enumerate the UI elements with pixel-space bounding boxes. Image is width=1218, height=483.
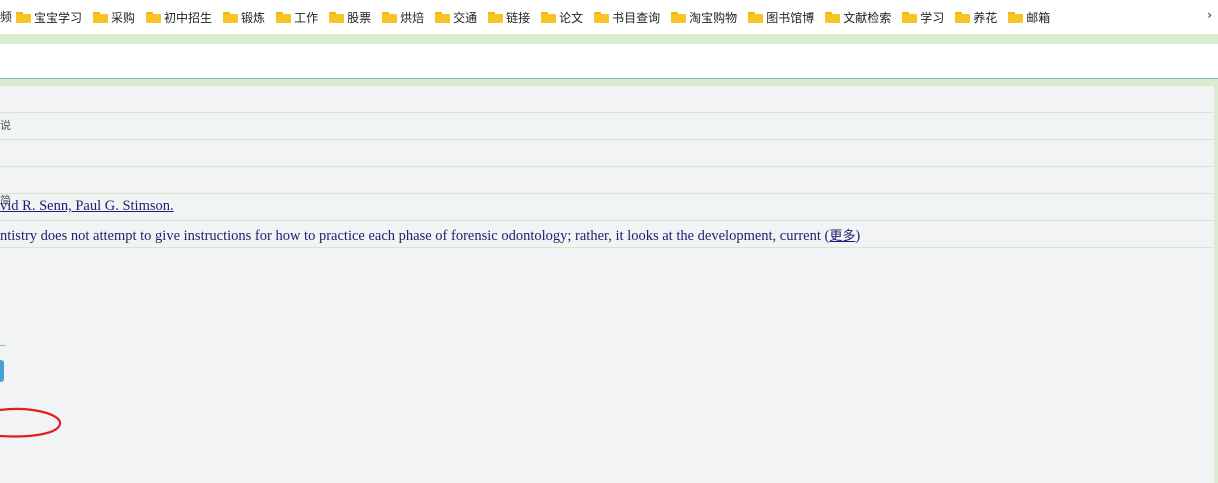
left-edge-tab[interactable]: [0, 360, 4, 382]
bookmark-item[interactable]: 锻炼: [223, 9, 265, 26]
summary-text: ntistry does not attempt to give instruc…: [0, 228, 821, 244]
more-close-paren: ): [855, 228, 861, 244]
folder-icon: [541, 11, 557, 23]
record-detail-panel: 说 简 vid R. Senn, Paul G. Stimson. ntistr…: [0, 86, 1218, 483]
bookmark-item[interactable]: 书目查询: [594, 9, 660, 26]
more-link[interactable]: 更多: [829, 229, 855, 244]
folder-icon: [329, 11, 345, 23]
folder-icon: [1008, 11, 1024, 23]
folder-icon: [435, 11, 451, 23]
folder-icon: [382, 11, 398, 23]
bookmark-label: 初中招生: [164, 10, 213, 25]
bookmark-item[interactable]: 学习: [902, 9, 944, 26]
folder-icon: [902, 11, 918, 23]
bookmark-item[interactable]: 链接: [488, 9, 530, 26]
folder-icon: [594, 11, 610, 23]
bookmark-label: 学习: [920, 10, 945, 25]
annotation-stroke: [0, 407, 62, 438]
bookmark-item[interactable]: 文献检索: [825, 9, 891, 26]
bookmark-label: 图书馆博: [766, 10, 815, 25]
bookmark-item[interactable]: 初中招生: [146, 9, 212, 26]
folder-icon: [955, 11, 971, 23]
bookmark-label: 养花: [973, 10, 998, 25]
bookmark-item[interactable]: 图书馆博: [748, 9, 814, 26]
folder-icon: [825, 11, 841, 23]
left-edge-divider: [0, 345, 6, 346]
row-label-fragment: 说: [0, 120, 11, 132]
bookmark-label: 锻炼: [241, 10, 266, 25]
folder-icon: [93, 11, 109, 23]
bookmark-item[interactable]: 交通: [435, 9, 477, 26]
bookmark-label: 淘宝购物: [689, 10, 738, 25]
bookmark-list: 宝宝学习 采购 初中招生 锻炼 工作 股票 烘焙 交通 链接 论文 书目查询 淘宝购物 图书馆博 文献检索…: [16, 0, 1061, 34]
bookmark-item[interactable]: 论文: [541, 9, 583, 26]
toolbar-divider: [0, 34, 1218, 44]
folder-icon: [16, 11, 31, 23]
bookmark-label: 股票: [347, 10, 372, 25]
detail-row-authors: 简 vid R. Senn, Paul G. Stimson.: [0, 194, 1214, 221]
detail-row-2: 说: [0, 113, 1214, 140]
folder-icon: [146, 11, 162, 23]
annotation-circle: [0, 407, 62, 438]
bookmark-label: 交通: [453, 10, 478, 25]
bookmark-label: 邮箱: [1026, 10, 1051, 25]
folder-icon: [671, 11, 687, 23]
bookmark-label: 文献检索: [843, 10, 892, 25]
detail-row-summary: ntistry does not attempt to give instruc…: [0, 221, 1214, 248]
bookmark-item[interactable]: 宝宝学习: [16, 9, 82, 26]
bookmark-item[interactable]: 邮箱: [1008, 9, 1050, 26]
summary-line: ntistry does not attempt to give instruc…: [0, 225, 860, 245]
bookmark-item[interactable]: 采购: [93, 9, 135, 26]
bookmark-item[interactable]: 股票: [329, 9, 371, 26]
page-header-band: [0, 44, 1218, 79]
bookmark-label: 链接: [506, 10, 531, 25]
bookmark-label: 烘焙: [400, 10, 425, 25]
folder-icon: [748, 11, 764, 23]
detail-row-3: [0, 140, 1214, 167]
folder-icon: [276, 11, 292, 23]
header-divider: [0, 79, 1218, 86]
bookmark-label: 工作: [294, 10, 319, 25]
bookmark-cut-off[interactable]: 频: [0, 8, 12, 25]
bookmark-label: 宝宝学习: [34, 10, 83, 25]
bookmark-item[interactable]: 烘焙: [382, 9, 424, 26]
detail-row-4: [0, 167, 1214, 194]
bookmark-label: 论文: [559, 10, 584, 25]
bookmarks-overflow-icon[interactable]: ›: [1207, 8, 1212, 22]
detail-row-1: [0, 86, 1214, 113]
bookmark-item[interactable]: 工作: [276, 9, 318, 26]
folder-icon: [488, 11, 504, 23]
bookmarks-bar: 频 宝宝学习 采购 初中招生 锻炼 工作 股票 烘焙 交通 链接 论文 书目查询 淘宝购物 图书馆博 文献…: [0, 0, 1218, 34]
bookmark-item[interactable]: 淘宝购物: [671, 9, 737, 26]
bookmark-label: 采购: [111, 10, 136, 25]
authors-link[interactable]: vid R. Senn, Paul G. Stimson.: [0, 198, 174, 214]
bookmark-label: 书目查询: [612, 10, 661, 25]
folder-icon: [223, 11, 239, 23]
bookmark-item[interactable]: 养花: [955, 9, 997, 26]
